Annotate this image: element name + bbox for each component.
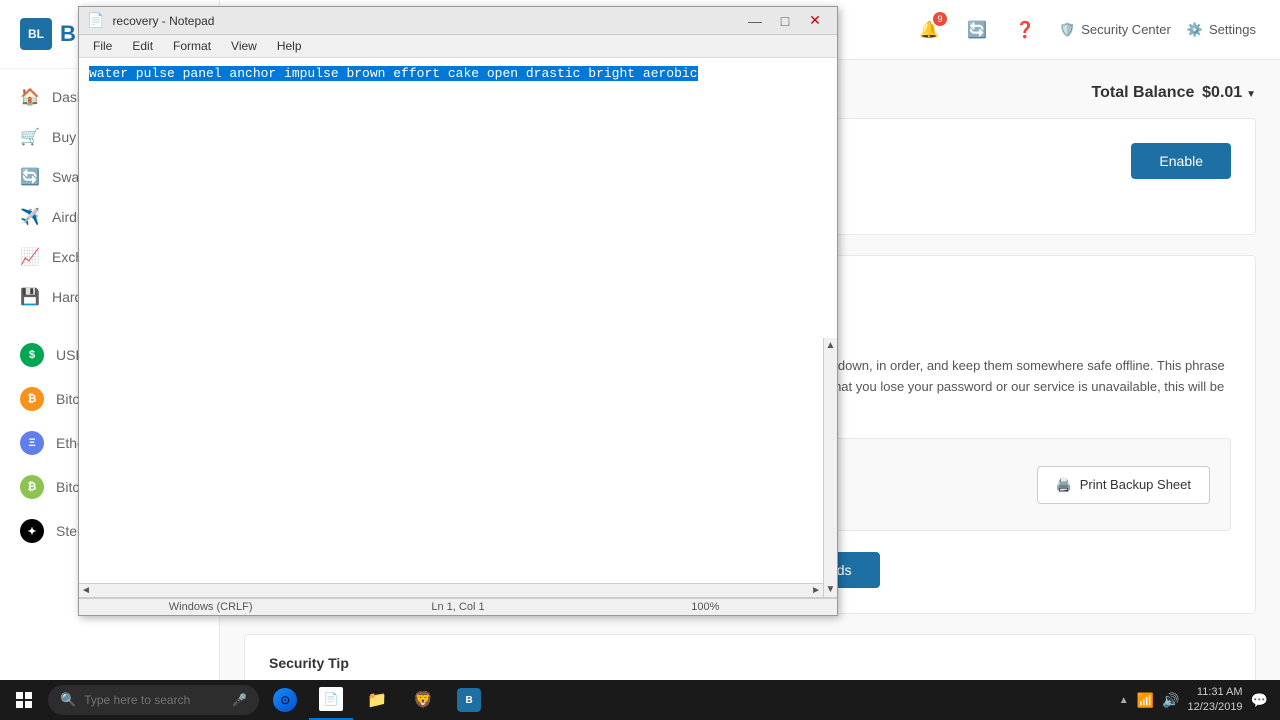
up-arrow-icon[interactable]: ▲ xyxy=(1119,695,1129,706)
ether-coin-icon: Ξ xyxy=(20,431,44,455)
taskbar-app-blockchain[interactable]: B xyxy=(447,680,491,720)
chevron-down-icon: ▼ xyxy=(1246,89,1256,100)
taskbar-app-file-explorer[interactable]: 📁 xyxy=(355,680,399,720)
notepad-text-content[interactable]: water pulse panel anchor impulse brown e… xyxy=(83,62,833,85)
notepad-menu-format[interactable]: Format xyxy=(163,37,221,55)
airdrop-icon: ✈️ xyxy=(20,207,40,227)
security-center-label: Security Center xyxy=(1081,22,1171,37)
taskbar-right: ▲ 📶 🔊 11:31 AM 12/23/2019 💬 xyxy=(1107,685,1280,716)
notepad-menu-edit[interactable]: Edit xyxy=(122,37,163,55)
notification-center-icon[interactable]: 💬 xyxy=(1251,692,1268,709)
notepad-scroll-area: ▲ ▼ ◄ ► xyxy=(79,338,837,598)
notepad-file-icon: 📄 xyxy=(87,12,104,29)
notifications-badge: 9 xyxy=(933,12,947,26)
taskbar-time: 11:31 AM 12/23/2019 xyxy=(1188,685,1243,716)
notepad-encoding: Windows (CRLF) xyxy=(87,601,334,613)
taskbar-start-button[interactable] xyxy=(4,680,44,720)
taskbar-system-icons: ▲ 📶 🔊 xyxy=(1119,692,1180,709)
taskbar-app-cortana[interactable]: ⊙ xyxy=(263,680,307,720)
hardware-icon: 💾 xyxy=(20,287,40,307)
notepad-selected-text: water pulse panel anchor impulse brown e… xyxy=(89,66,698,81)
notepad-controls: — □ ✕ xyxy=(741,11,829,31)
scroll-right-arrow[interactable]: ► xyxy=(811,585,821,596)
taskbar: 🔍 🎤 ⊙ 📄 📁 🦁 B ▲ 📶 🔊 xyxy=(0,680,1280,720)
sidebar-item-label: Buy xyxy=(52,129,76,145)
security-tip-title: Security Tip xyxy=(269,655,1231,671)
notepad-maximize-button[interactable]: □ xyxy=(771,11,799,31)
notepad-title: recovery - Notepad xyxy=(112,14,214,28)
microphone-icon: 🎤 xyxy=(232,693,247,707)
security-center-button[interactable]: 🛡️ Security Center xyxy=(1059,22,1171,38)
refresh-button[interactable]: 🔄 xyxy=(959,12,995,48)
notepad-position: Ln 1, Col 1 xyxy=(334,601,581,613)
volume-icon: 🔊 xyxy=(1162,692,1179,709)
search-icon: 🔍 xyxy=(60,692,76,708)
buy-icon: 🛒 xyxy=(20,127,40,147)
exchange-icon: 📈 xyxy=(20,247,40,267)
notepad-minimize-button[interactable]: — xyxy=(741,11,769,31)
notepad-zoom: 100% xyxy=(582,601,829,613)
bitcoin-coin-icon: ₿ xyxy=(20,387,44,411)
taskbar-search-input[interactable] xyxy=(84,693,224,707)
help-button[interactable]: ❓ xyxy=(1007,12,1043,48)
notepad-statusbar: Windows (CRLF) Ln 1, Col 1 100% xyxy=(79,598,837,615)
print-button-label: Print Backup Sheet xyxy=(1080,477,1191,492)
total-balance-label: Total Balance xyxy=(1092,84,1195,101)
total-balance: Total Balance $0.01 ▼ xyxy=(1092,84,1256,102)
notepad-menu-help[interactable]: Help xyxy=(267,37,312,55)
scroll-down-arrow[interactable]: ▼ xyxy=(826,584,836,595)
network-icon: 📶 xyxy=(1137,692,1154,709)
notepad-horizontal-scrollbar[interactable]: ◄ ► xyxy=(79,583,823,597)
notepad-close-button[interactable]: ✕ xyxy=(801,11,829,31)
enable-button[interactable]: Enable xyxy=(1131,143,1231,179)
scroll-up-arrow[interactable]: ▲ xyxy=(826,340,836,351)
settings-icon: ⚙️ xyxy=(1187,22,1203,38)
settings-button[interactable]: ⚙️ Settings xyxy=(1187,22,1256,38)
notepad-titlebar: 📄 recovery - Notepad — □ ✕ xyxy=(79,7,837,35)
notepad-content: water pulse panel anchor impulse brown e… xyxy=(79,58,837,338)
total-balance-value: $0.01 xyxy=(1202,84,1242,101)
stellar-coin-icon: ✦ xyxy=(20,519,44,543)
notifications-button[interactable]: 🔔 9 xyxy=(911,12,947,48)
notepad-title-left: 📄 recovery - Notepad xyxy=(87,12,214,29)
logo-icon: BL xyxy=(20,18,52,50)
dashboard-icon: 🏠 xyxy=(20,87,40,107)
notepad-menu-view[interactable]: View xyxy=(221,37,267,55)
taskbar-left: 🔍 🎤 ⊙ 📄 📁 🦁 B xyxy=(0,680,495,720)
header-icons: 🔔 9 🔄 ❓ xyxy=(911,12,1043,48)
usd-pax-coin-icon: $ xyxy=(20,343,44,367)
notepad-menu-file[interactable]: File xyxy=(83,37,122,55)
taskbar-date: 12/23/2019 xyxy=(1188,700,1243,715)
notepad-vertical-scrollbar[interactable]: ▲ ▼ xyxy=(823,338,837,597)
security-center-icon: 🛡️ xyxy=(1059,22,1075,38)
taskbar-search-area[interactable]: 🔍 🎤 xyxy=(48,685,259,715)
taskbar-app-notepad[interactable]: 📄 xyxy=(309,680,353,720)
bitcoin-cash-coin-icon: ₿ xyxy=(20,475,44,499)
print-icon: 🖨️ xyxy=(1056,477,1072,493)
taskbar-app-brave[interactable]: 🦁 xyxy=(401,680,445,720)
settings-label: Settings xyxy=(1209,22,1256,37)
notepad-window: 📄 recovery - Notepad — □ ✕ File Edit For… xyxy=(78,6,838,616)
taskbar-apps: ⊙ 📄 📁 🦁 B xyxy=(263,680,491,720)
print-backup-sheet-button[interactable]: 🖨️ Print Backup Sheet xyxy=(1037,466,1210,504)
notepad-menubar: File Edit Format View Help xyxy=(79,35,837,58)
swap-icon: 🔄 xyxy=(20,167,40,187)
scroll-left-arrow[interactable]: ◄ xyxy=(81,585,91,596)
taskbar-clock: 11:31 AM xyxy=(1188,685,1243,700)
